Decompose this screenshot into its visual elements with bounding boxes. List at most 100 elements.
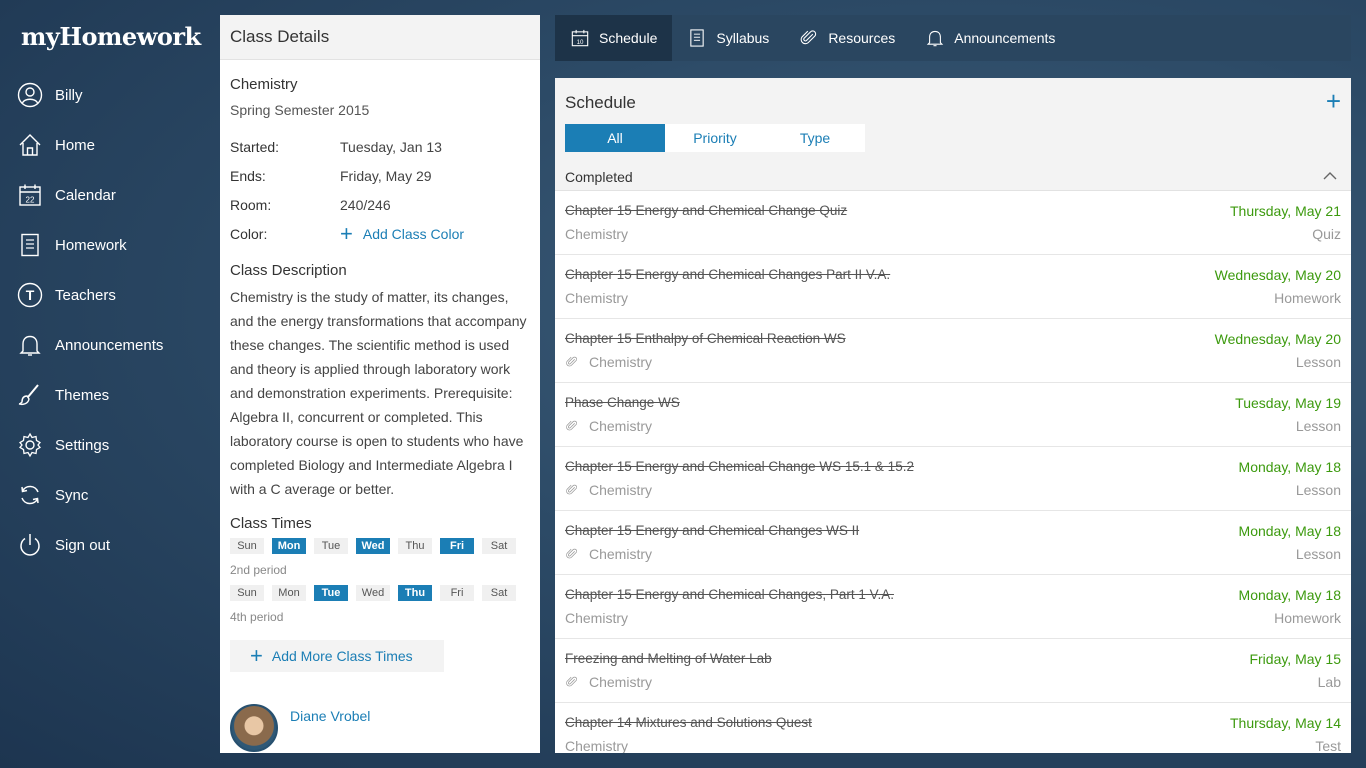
schedule-item[interactable]: Chapter 15 Energy and Chemical Changes W… [555,511,1351,575]
item-type: Homework [1274,290,1341,306]
class-details-header: Class Details [220,15,540,60]
item-class: Chemistry [565,290,629,306]
weekday-selector: Sun Mon Tue Wed Thu Fri Sat [230,585,530,601]
sidebar-item-label: Billy [55,86,83,104]
calendar-icon: 10 [570,28,599,48]
sidebar-item-label: Announcements [55,336,164,354]
day-chip-wed[interactable]: Wed [356,538,390,554]
sidebar-item-billy[interactable]: Billy [0,70,210,120]
item-type: Lab [1317,674,1341,690]
teacher-icon: T [17,282,43,308]
item-class-row: Chemistry [565,482,652,498]
day-chip-sat[interactable]: Sat [482,585,516,601]
item-class-row: Chemistry [565,738,628,753]
period-label: 2nd period [230,563,287,577]
schedule-item[interactable]: Chapter 15 Energy and Chemical Change WS… [555,447,1351,511]
sidebar-item-themes[interactable]: Themes [0,370,210,420]
sidebar-item-sign-out[interactable]: Sign out [0,520,210,570]
item-title: Phase Change WS [565,395,680,410]
tab-announcements[interactable]: Announcements [910,15,1070,61]
document-icon [17,232,43,258]
tab-schedule[interactable]: 10 Schedule [555,15,673,61]
sidebar-item-teachers[interactable]: T Teachers [0,270,210,320]
paperclip-icon [565,483,589,497]
schedule-item[interactable]: Chapter 15 Energy and Chemical Change Qu… [555,191,1351,255]
teacher-name[interactable]: Diane Vrobel [290,708,370,724]
day-chip-sun[interactable]: Sun [230,538,264,554]
day-chip-thu[interactable]: Thu [398,585,432,601]
sidebar-item-label: Themes [55,386,110,404]
day-chip-thu[interactable]: Thu [398,538,432,554]
item-title: Chapter 15 Energy and Chemical Change Qu… [565,203,848,218]
tab-label: Announcements [954,30,1056,46]
day-chip-sun[interactable]: Sun [230,585,264,601]
paperclip-icon [565,675,589,689]
sidebar-item-announcements[interactable]: Announcements [0,320,210,370]
item-class: Chemistry [589,354,653,370]
item-class: Chemistry [589,482,653,498]
schedule-item[interactable]: Freezing and Melting of Water Lab Friday,… [555,639,1351,703]
item-type: Homework [1274,610,1341,626]
day-chip-fri[interactable]: Fri [440,538,474,554]
day-chip-fri[interactable]: Fri [440,585,474,601]
svg-text:22: 22 [26,196,35,205]
item-date: Monday, May 18 [1238,459,1341,475]
document-icon [687,28,716,48]
filter-priority[interactable]: Priority [665,124,765,152]
class-description-title: Class Description [230,262,347,279]
room-row: Room: 240/246 [230,190,530,219]
day-chip-mon[interactable]: Mon [272,538,306,554]
paperclip-icon [799,28,828,48]
bell-icon [925,28,954,48]
chevron-up-icon [1323,172,1337,180]
calendar-icon: 22 [17,182,43,208]
filter-all[interactable]: All [565,124,665,152]
filter-type[interactable]: Type [765,124,865,152]
sidebar-item-homework[interactable]: Homework [0,220,210,270]
schedule-item[interactable]: Chapter 15 Energy and Chemical Changes P… [555,255,1351,319]
paperclip-icon [565,355,589,369]
tab-resources[interactable]: Resources [784,15,910,61]
item-class-row: Chemistry [565,418,652,434]
plus-icon: + [340,220,353,246]
schedule-item[interactable]: Chapter 14 Mixtures and Solutions Quest T… [555,703,1351,753]
item-class: Chemistry [589,418,653,434]
item-class: Chemistry [565,226,629,242]
add-class-color-button[interactable]: + Add Class Color [340,220,464,246]
item-type: Test [1315,738,1341,753]
sidebar-item-sync[interactable]: Sync [0,470,210,520]
class-times: Sun Mon Tue Wed Thu Fri Sat 2nd period Sun Mon Tue… [230,538,530,626]
add-more-class-times-button[interactable]: + Add More Class Times [230,640,444,672]
day-chip-mon[interactable]: Mon [272,585,306,601]
sync-icon [17,482,43,508]
schedule-item[interactable]: Chapter 15 Energy and Chemical Changes, … [555,575,1351,639]
schedule-title: Schedule [565,93,636,112]
schedule-item[interactable]: Phase Change WS Tuesday, May 19 Chemistry L… [555,383,1351,447]
item-class-row: Chemistry [565,546,652,562]
item-date: Friday, May 15 [1249,651,1341,667]
tab-syllabus[interactable]: Syllabus [672,15,784,61]
app-logo[interactable]: myHomework [21,22,201,51]
day-chip-tue[interactable]: Tue [314,585,348,601]
schedule-filters: All Priority Type [565,124,865,152]
item-class: Chemistry [565,610,629,626]
sidebar-item-home[interactable]: Home [0,120,210,170]
day-chip-tue[interactable]: Tue [314,538,348,554]
schedule-item[interactable]: Chapter 15 Enthalpy of Chemical Reaction… [555,319,1351,383]
sidebar-item-calendar[interactable]: 22 Calendar [0,170,210,220]
room-value: 240/246 [340,196,391,213]
started-value: Tuesday, Jan 13 [340,138,442,155]
sidebar-item-settings[interactable]: Settings [0,420,210,470]
add-schedule-item-button[interactable]: + [1326,88,1341,114]
item-class: Chemistry [565,738,629,753]
class-time-set[interactable]: Sun Mon Tue Wed Thu Fri Sat 2nd period [230,538,530,579]
sidebar-item-label: Settings [55,436,110,454]
day-chip-wed[interactable]: Wed [356,585,390,601]
completed-section-toggle[interactable]: Completed [555,163,1351,191]
class-time-set[interactable]: Sun Mon Tue Wed Thu Fri Sat 4th period [230,585,530,626]
day-chip-sat[interactable]: Sat [482,538,516,554]
sidebar-item-label: Homework [55,236,127,254]
item-class-row: Chemistry [565,610,628,626]
teacher-entry[interactable]: Diane Vrobel [230,704,530,752]
teacher-avatar [230,704,278,752]
